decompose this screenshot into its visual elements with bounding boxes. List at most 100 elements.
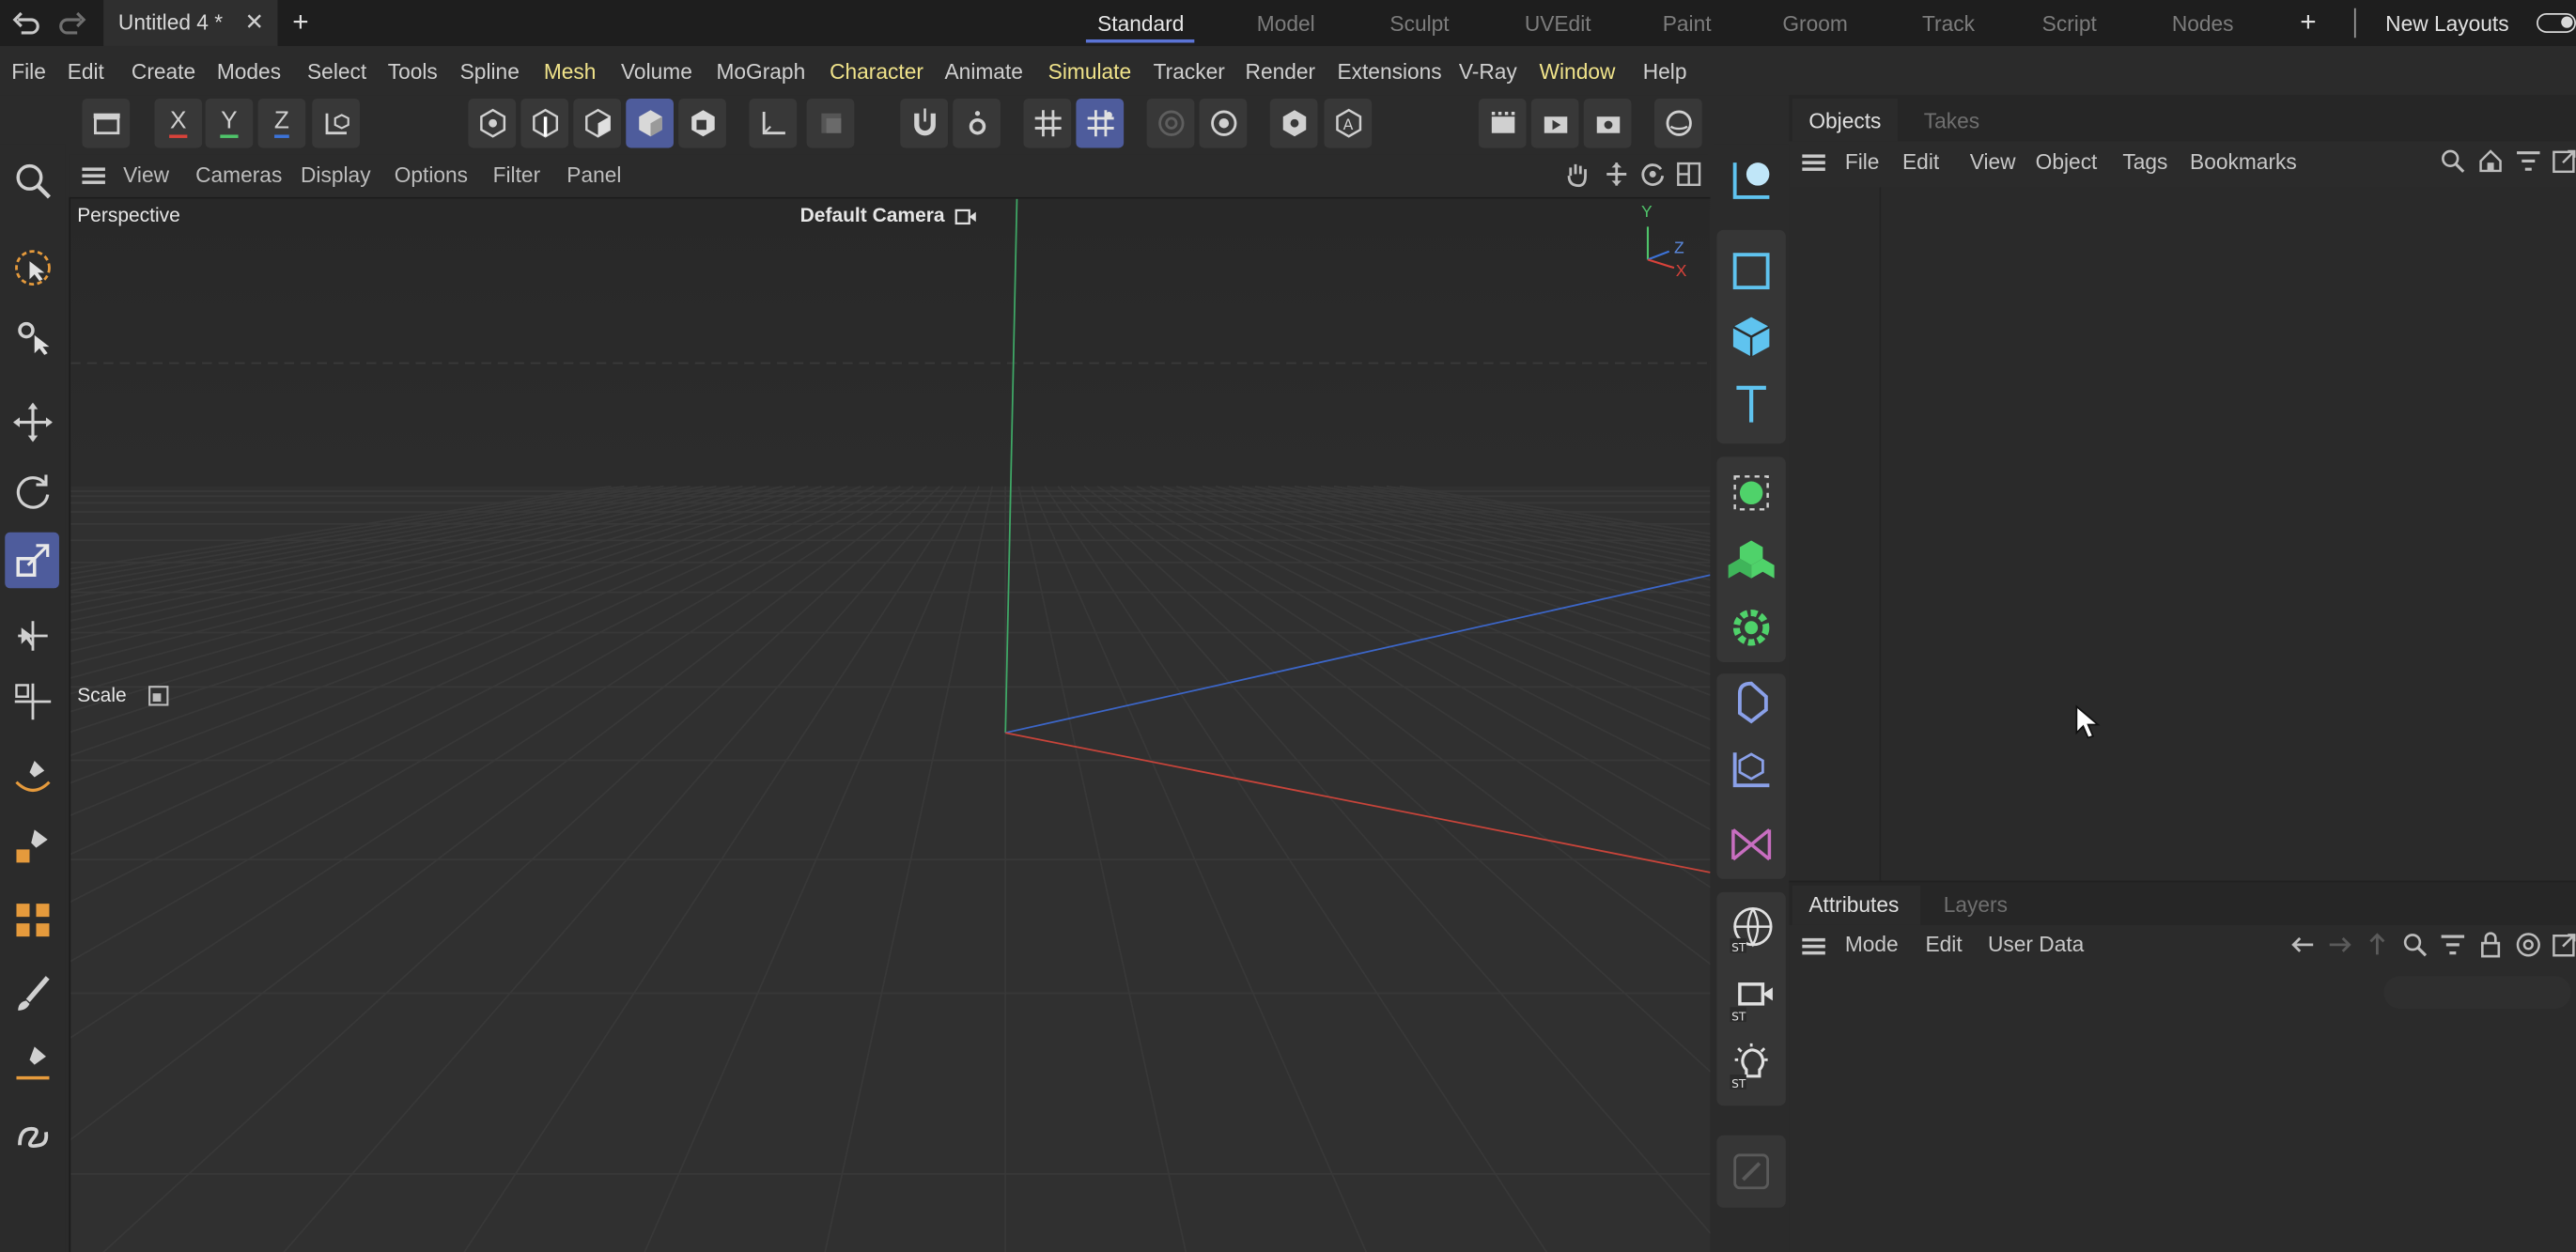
new-window-icon[interactable] xyxy=(2552,932,2576,963)
camera-object-icon[interactable]: ST xyxy=(1720,966,1782,1032)
viewport-camera-label[interactable]: Default Camera xyxy=(800,204,945,226)
dolly-icon[interactable] xyxy=(1604,161,1630,192)
polygons-mode-icon[interactable] xyxy=(573,98,622,148)
mograph-cubes-icon[interactable] xyxy=(5,892,59,948)
render-view-icon[interactable] xyxy=(1478,98,1527,148)
scale-tool-icon[interactable] xyxy=(5,532,59,589)
menu-tracker[interactable]: Tracker xyxy=(1154,59,1225,84)
model-mode-icon[interactable] xyxy=(626,98,674,148)
settings-gear-icon[interactable] xyxy=(1199,98,1248,148)
viewport-menu-panel[interactable]: Panel xyxy=(566,162,621,187)
new-window-icon[interactable] xyxy=(2552,147,2576,178)
object-manager-hamburger-icon[interactable] xyxy=(1802,154,1825,171)
menu-animate[interactable]: Animate xyxy=(945,59,1023,84)
redo-icon[interactable] xyxy=(57,9,86,36)
toggle-panel-layout-icon[interactable] xyxy=(1676,161,1702,192)
quantize-icon[interactable] xyxy=(1076,98,1125,148)
object-menu-edit[interactable]: Edit xyxy=(1902,149,1939,174)
null-object-icon[interactable] xyxy=(1720,147,1782,213)
attribute-menu-edit[interactable]: Edit xyxy=(1926,932,1963,956)
search-icon[interactable] xyxy=(2440,147,2466,178)
add-layout-button[interactable]: + xyxy=(2300,7,2316,39)
solo-icon[interactable] xyxy=(806,98,855,148)
coordinate-system-icon[interactable] xyxy=(312,98,360,148)
z-axis-lock[interactable]: Z xyxy=(257,98,306,148)
x-axis-lock[interactable]: X xyxy=(154,98,203,148)
snap-magnet-icon[interactable] xyxy=(900,98,949,148)
menu-create[interactable]: Create xyxy=(132,59,195,84)
smooth-spline-icon[interactable] xyxy=(5,1105,59,1161)
edges-mode-icon[interactable] xyxy=(520,98,569,148)
tab-takes[interactable]: Takes xyxy=(1924,108,1979,132)
lock-icon[interactable] xyxy=(2477,932,2504,963)
menu-file[interactable]: File xyxy=(11,59,46,84)
grid-snap-icon[interactable] xyxy=(1023,98,1072,148)
layout-tab-nodes[interactable]: Nodes xyxy=(2172,11,2234,36)
object-menu-bookmarks[interactable]: Bookmarks xyxy=(2190,149,2297,174)
layout-tab-sculpt[interactable]: Sculpt xyxy=(1389,11,1449,36)
auto-icon[interactable]: A xyxy=(1324,98,1373,148)
bend-deformer-icon[interactable] xyxy=(1720,669,1782,734)
spline-wrap-icon[interactable] xyxy=(1720,811,1782,877)
light-object-icon[interactable]: ST xyxy=(1720,1033,1782,1099)
render-settings-icon[interactable] xyxy=(1583,98,1632,148)
tab-layers[interactable]: Layers xyxy=(1944,892,2008,917)
layout-tab-groom[interactable]: Groom xyxy=(1782,11,1847,36)
menu-spline[interactable]: Spline xyxy=(460,59,520,84)
close-tab-icon[interactable]: ✕ xyxy=(245,8,265,37)
home-icon[interactable] xyxy=(2477,147,2504,178)
y-axis-lock[interactable]: Y xyxy=(205,98,254,148)
filter-icon[interactable] xyxy=(2440,932,2466,963)
viewport-menu-cameras[interactable]: Cameras xyxy=(195,162,282,187)
uv-mode-icon[interactable] xyxy=(678,98,726,148)
viewport-menu-filter[interactable]: Filter xyxy=(493,162,541,187)
tool-settings-icon[interactable] xyxy=(147,685,169,714)
viewport-view-name[interactable]: Perspective xyxy=(77,204,180,226)
new-layouts-label[interactable]: New Layouts xyxy=(2385,11,2508,36)
hide-show-manager-icon[interactable] xyxy=(82,98,131,148)
attribute-menu-mode[interactable]: Mode xyxy=(1845,932,1899,956)
render-picture-viewer-icon[interactable] xyxy=(1530,98,1579,148)
menu-window[interactable]: Window xyxy=(1540,59,1616,84)
placement-tool-icon[interactable] xyxy=(5,673,59,729)
perspective-viewport[interactable]: Y Z X Perspective Default Camera Scale xyxy=(69,196,1711,1252)
attribute-menu-user-data[interactable]: User Data xyxy=(1988,932,2084,956)
menu-tools[interactable]: Tools xyxy=(388,59,438,84)
subdivision-icon[interactable] xyxy=(1720,460,1782,526)
filter-icon[interactable] xyxy=(2515,147,2541,178)
effector-gear-icon[interactable] xyxy=(1720,595,1782,660)
field-object-icon[interactable] xyxy=(1720,736,1782,802)
target-icon[interactable] xyxy=(2515,932,2541,963)
lock-workplane-icon[interactable] xyxy=(1146,98,1195,148)
viewport-menu-view[interactable]: View xyxy=(123,162,169,187)
points-mode-icon[interactable] xyxy=(468,98,517,148)
spline-line-pen-icon[interactable] xyxy=(5,1035,59,1090)
up-arrow-icon[interactable] xyxy=(2364,932,2390,963)
attribute-manager-hamburger-icon[interactable] xyxy=(1802,937,1825,955)
text-object-icon[interactable] xyxy=(1720,371,1782,437)
layout-tab-standard[interactable]: Standard xyxy=(1097,11,1184,36)
document-tab[interactable]: Untitled 4 * ✕ xyxy=(103,0,278,46)
menu-mesh[interactable]: Mesh xyxy=(544,59,597,84)
pan-hand-icon[interactable] xyxy=(1564,161,1591,192)
layout-toggle[interactable] xyxy=(2537,12,2576,33)
edit-pencil-icon[interactable] xyxy=(1720,1138,1782,1204)
menu-modes[interactable]: Modes xyxy=(217,59,281,84)
tab-objects[interactable]: Objects xyxy=(1808,108,1881,132)
layout-tab-uvedit[interactable]: UVEdit xyxy=(1525,11,1591,36)
camera-switch-icon[interactable] xyxy=(954,206,977,235)
rotate-tool-icon[interactable] xyxy=(5,463,59,518)
cube-icon[interactable] xyxy=(1720,304,1782,370)
menu-character[interactable]: Character xyxy=(830,59,923,84)
cloner-icon[interactable] xyxy=(1720,528,1782,594)
layout-tab-track[interactable]: Track xyxy=(1922,11,1975,36)
search-icon[interactable] xyxy=(2402,932,2429,963)
tab-attributes[interactable]: Attributes xyxy=(1808,892,1899,917)
menu-simulate[interactable]: Simulate xyxy=(1048,59,1131,84)
vray-icon[interactable] xyxy=(1653,98,1702,148)
viewport-menu-options[interactable]: Options xyxy=(395,162,468,187)
layout-tab-paint[interactable]: Paint xyxy=(1663,11,1712,36)
attribute-search-field[interactable] xyxy=(2383,976,2571,1010)
workplane-icon[interactable] xyxy=(749,98,798,148)
menu-extensions[interactable]: Extensions xyxy=(1337,59,1441,84)
